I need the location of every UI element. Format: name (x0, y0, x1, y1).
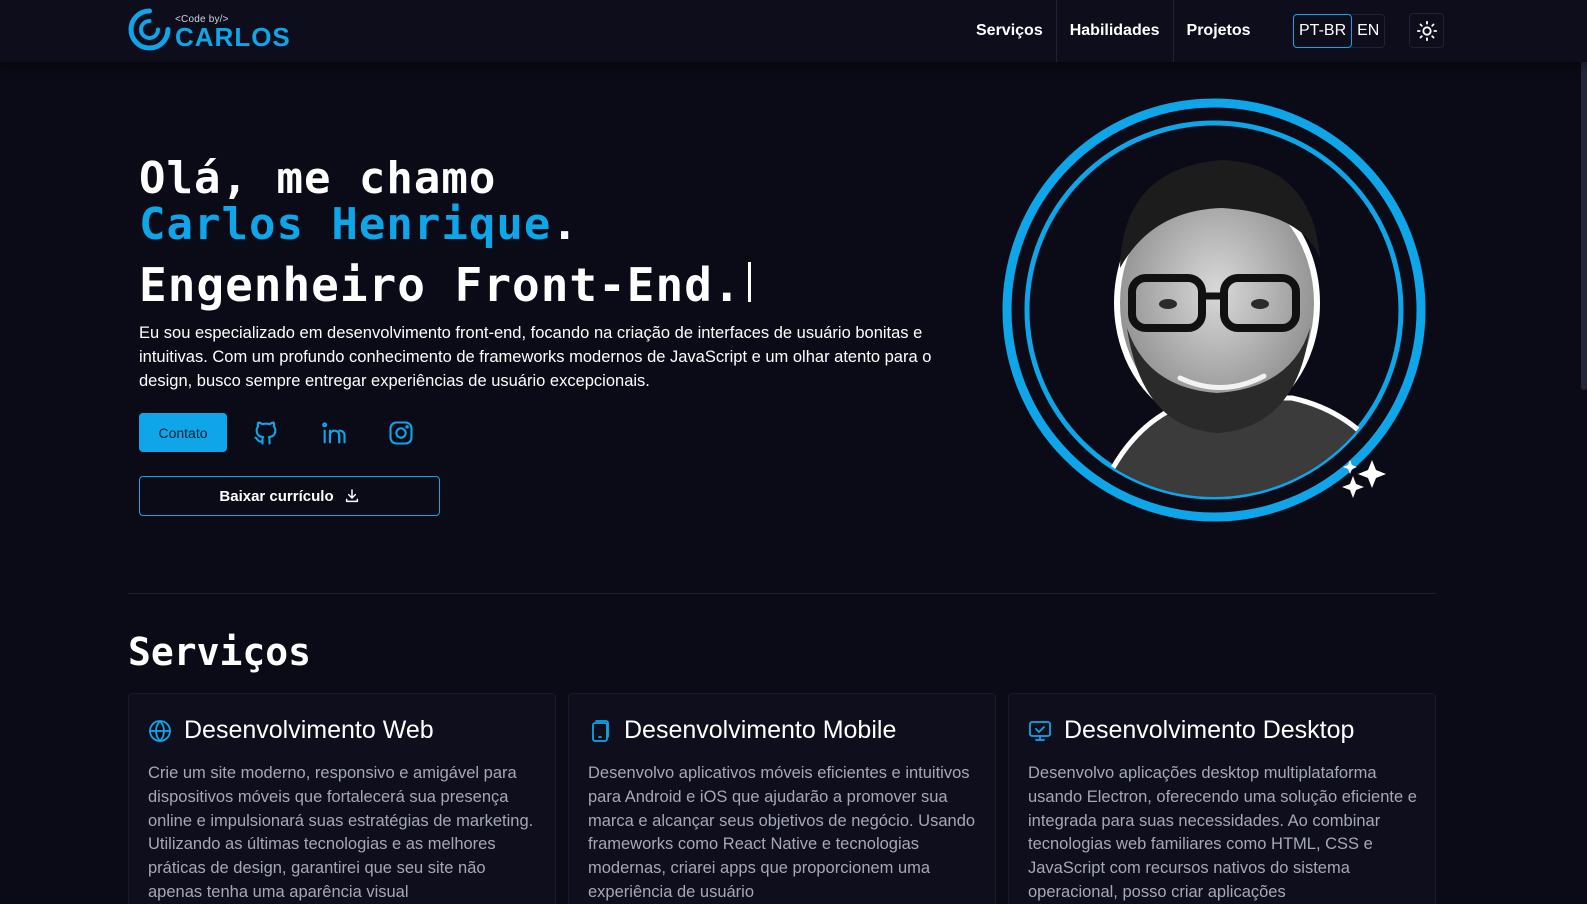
section-divider (128, 593, 1436, 594)
globe-icon (149, 719, 171, 742)
linkedin-link[interactable] (320, 419, 348, 447)
service-card-title: Desenvolvimento Desktop (1064, 716, 1355, 744)
services-title: Serviços (128, 630, 312, 674)
logo-name: CARLOS (175, 22, 291, 52)
hero-description: Eu sou especializado em desenvolvimento … (139, 324, 932, 390)
hero-name-suffix: . (551, 199, 579, 250)
main-nav: Serviços Habilidades Projetos (963, 0, 1264, 62)
service-card-text: Crie um site moderno, responsivo e amigá… (148, 764, 534, 901)
sparkle-icon (1342, 460, 1386, 498)
service-card-title: Desenvolvimento Web (184, 716, 434, 744)
mobile-icon (592, 719, 609, 742)
service-card-header: Desenvolvimento Mobile (588, 716, 896, 745)
service-card-text: Desenvolvo aplicativos móveis eficientes… (588, 764, 976, 901)
typing-caret (748, 262, 751, 302)
service-card-title: Desenvolvimento Mobile (624, 716, 897, 744)
service-card-header: Desenvolvimento Web (148, 716, 434, 745)
github-link[interactable] (252, 419, 280, 447)
hero-greeting: Olá, me chamo (139, 153, 497, 204)
download-cv-button[interactable]: Baixar currículo (139, 476, 440, 516)
nav-projetos[interactable]: Projetos (1172, 0, 1264, 62)
download-cv-label: Baixar currículo (219, 487, 334, 505)
logo-mark-icon (128, 8, 171, 51)
service-card-text: Desenvolvo aplicações desktop multiplata… (1028, 764, 1417, 901)
instagram-icon (389, 421, 413, 445)
github-icon (254, 421, 277, 445)
page: <Code by/> CARLOS Serviços Habilidades P… (0, 0, 1587, 904)
sun-icon (1416, 20, 1437, 41)
language-pt-br[interactable]: PT-BR (1293, 14, 1353, 48)
service-card-mobile: Desenvolvimento Mobile Desenvolvo aplica… (568, 693, 996, 904)
download-icon (345, 489, 358, 503)
hero-name: Carlos Henrique (139, 199, 552, 250)
theme-toggle-button[interactable] (1409, 13, 1444, 48)
hero-role: Engenheiro Front-End. (139, 258, 742, 312)
monitor-icon (1029, 720, 1051, 741)
linkedin-icon (322, 422, 346, 444)
profile-photo (1002, 98, 1426, 522)
instagram-link[interactable] (387, 419, 415, 447)
hero-name-line: Carlos Henrique. (139, 199, 579, 250)
service-card-desktop: Desenvolvimento Desktop Desenvolvo aplic… (1008, 693, 1436, 904)
contact-button[interactable]: Contato (139, 413, 227, 452)
service-card-web: Desenvolvimento Web Crie um site moderno… (128, 693, 556, 904)
header: <Code by/> CARLOS Serviços Habilidades P… (0, 0, 1587, 62)
nav-servicos[interactable]: Serviços (963, 0, 1056, 62)
language-en[interactable]: EN (1352, 15, 1384, 47)
service-card-header: Desenvolvimento Desktop (1028, 716, 1354, 745)
nav-habilidades[interactable]: Habilidades (1055, 0, 1173, 62)
language-switcher: PT-BR EN (1293, 14, 1386, 48)
logo[interactable]: <Code by/> CARLOS (128, 7, 290, 53)
avatar (1002, 98, 1426, 522)
